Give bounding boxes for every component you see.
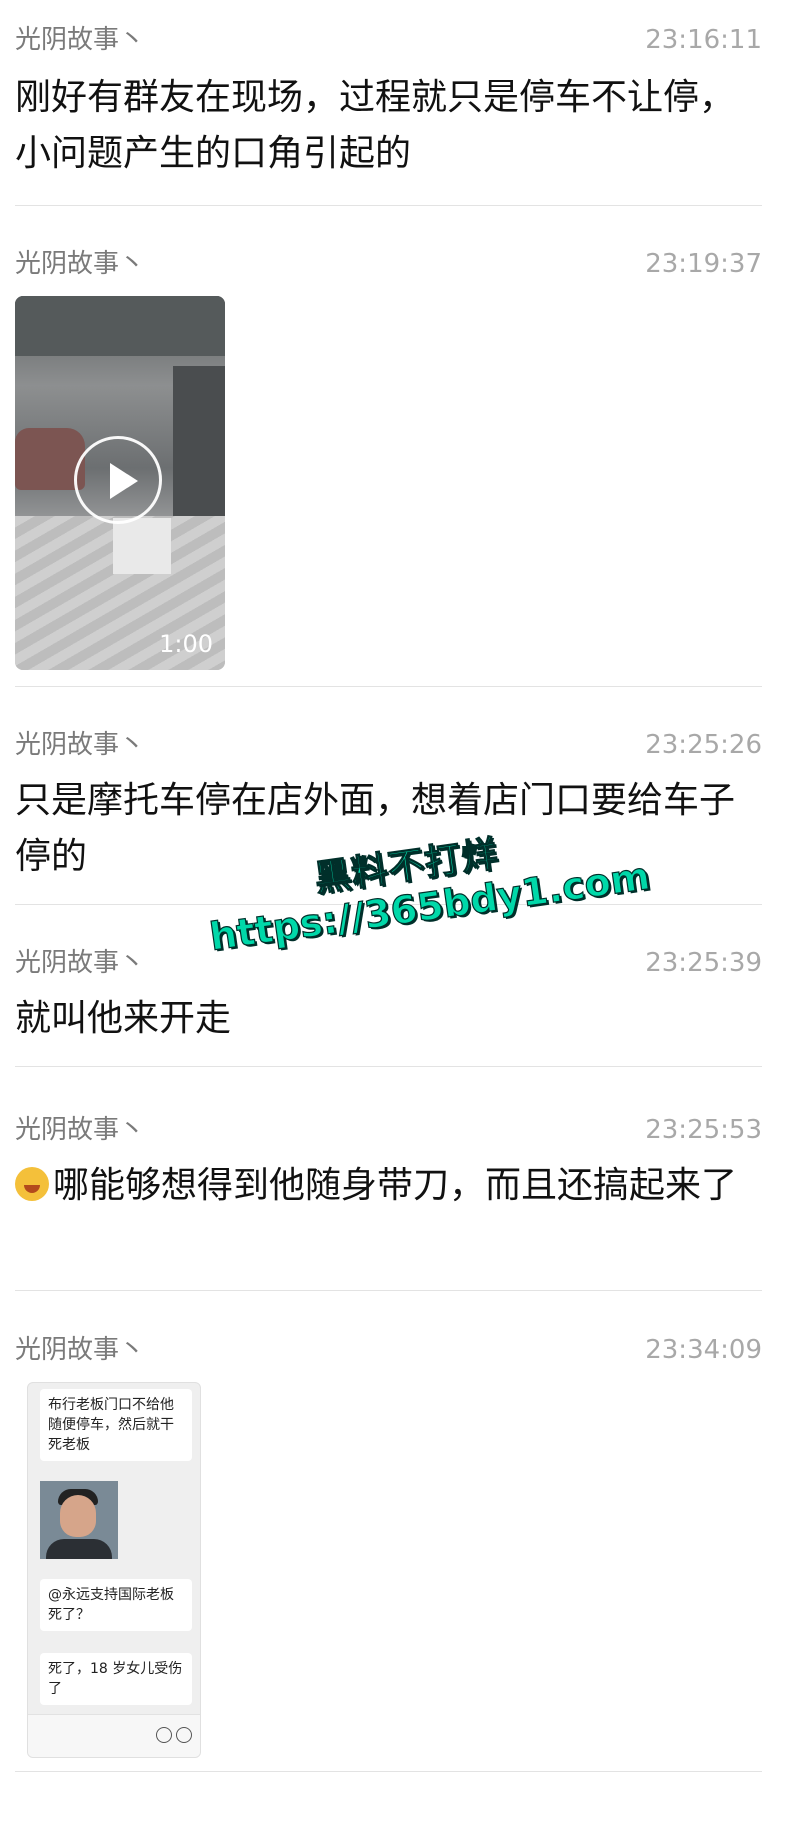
chat-history-page: 光阴故事丶 23:16:11 刚好有群友在现场，过程就只是停车不让停，小问题产生… (0, 0, 800, 1822)
plus-icon (176, 1727, 192, 1743)
video-frame-box (113, 518, 171, 574)
message-time: 23:25:53 (645, 1115, 762, 1145)
video-thumbnail[interactable]: 1:00 (15, 296, 225, 670)
message-divider (15, 1066, 762, 1067)
message-divider (15, 205, 762, 206)
sender-name[interactable]: 光阴故事丶 (15, 723, 145, 767)
message-header: 光阴故事丶 23:25:26 (15, 723, 762, 767)
message-header: 光阴故事丶 23:25:53 (15, 1108, 762, 1152)
play-icon[interactable] (74, 436, 162, 524)
video-duration: 1:00 (159, 630, 213, 658)
emoji-icon (156, 1727, 172, 1743)
chat-message: 光阴故事丶 23:34:09 布行老板门口不给他随便停车，然后就干死老板 @永远… (15, 1328, 762, 1758)
video-frame-ceiling (15, 296, 225, 356)
avatar-face (60, 1495, 96, 1537)
message-header: 光阴故事丶 23:34:09 (15, 1328, 762, 1372)
screenshot-bubble: @永远支持国际老板死了？ (40, 1579, 192, 1631)
message-time: 23:25:26 (645, 730, 762, 760)
avatar-body (46, 1539, 112, 1559)
chat-message: 光阴故事丶 23:25:53 哪能够想得到他随身带刀，而且还搞起来了 (15, 1108, 762, 1214)
message-time: 23:25:39 (645, 948, 762, 978)
sender-name[interactable]: 光阴故事丶 (15, 941, 145, 985)
message-header: 光阴故事丶 23:16:11 (15, 18, 762, 62)
message-divider (15, 1290, 762, 1291)
sender-name[interactable]: 光阴故事丶 (15, 242, 145, 286)
message-header: 光阴故事丶 23:19:37 (15, 242, 762, 286)
chat-message: 光阴故事丶 23:16:11 刚好有群友在现场，过程就只是停车不让停，小问题产生… (15, 18, 762, 182)
sender-name[interactable]: 光阴故事丶 (15, 1328, 145, 1372)
message-divider (15, 1771, 762, 1772)
screenshot-bubble: 死了，18 岁女儿受伤了 (40, 1653, 192, 1705)
sender-name[interactable]: 光阴故事丶 (15, 1108, 145, 1152)
message-time: 23:34:09 (645, 1335, 762, 1365)
message-text: 就叫他来开走 (15, 998, 232, 1039)
sad-emoji-icon (15, 1167, 49, 1201)
screenshot-input-bar (28, 1714, 200, 1757)
screenshot-image[interactable]: 布行老板门口不给他随便停车，然后就干死老板 @永远支持国际老板死了？ 死了，18… (27, 1382, 201, 1758)
message-time: 23:16:11 (645, 25, 762, 55)
message-text: 刚好有群友在现场，过程就只是停车不让停，小问题产生的口角引起的 (15, 77, 736, 174)
message-divider (15, 686, 762, 687)
message-text: 哪能够想得到他随身带刀，而且还搞起来了 (53, 1165, 738, 1206)
screenshot-avatar (40, 1481, 118, 1559)
message-time: 23:19:37 (645, 249, 762, 279)
sender-name[interactable]: 光阴故事丶 (15, 18, 145, 62)
message-text-line: 哪能够想得到他随身带刀，而且还搞起来了 (15, 1158, 762, 1214)
chat-message: 光阴故事丶 23:19:37 1:00 (15, 242, 762, 670)
screenshot-bubble: 布行老板门口不给他随便停车，然后就干死老板 (40, 1389, 192, 1461)
